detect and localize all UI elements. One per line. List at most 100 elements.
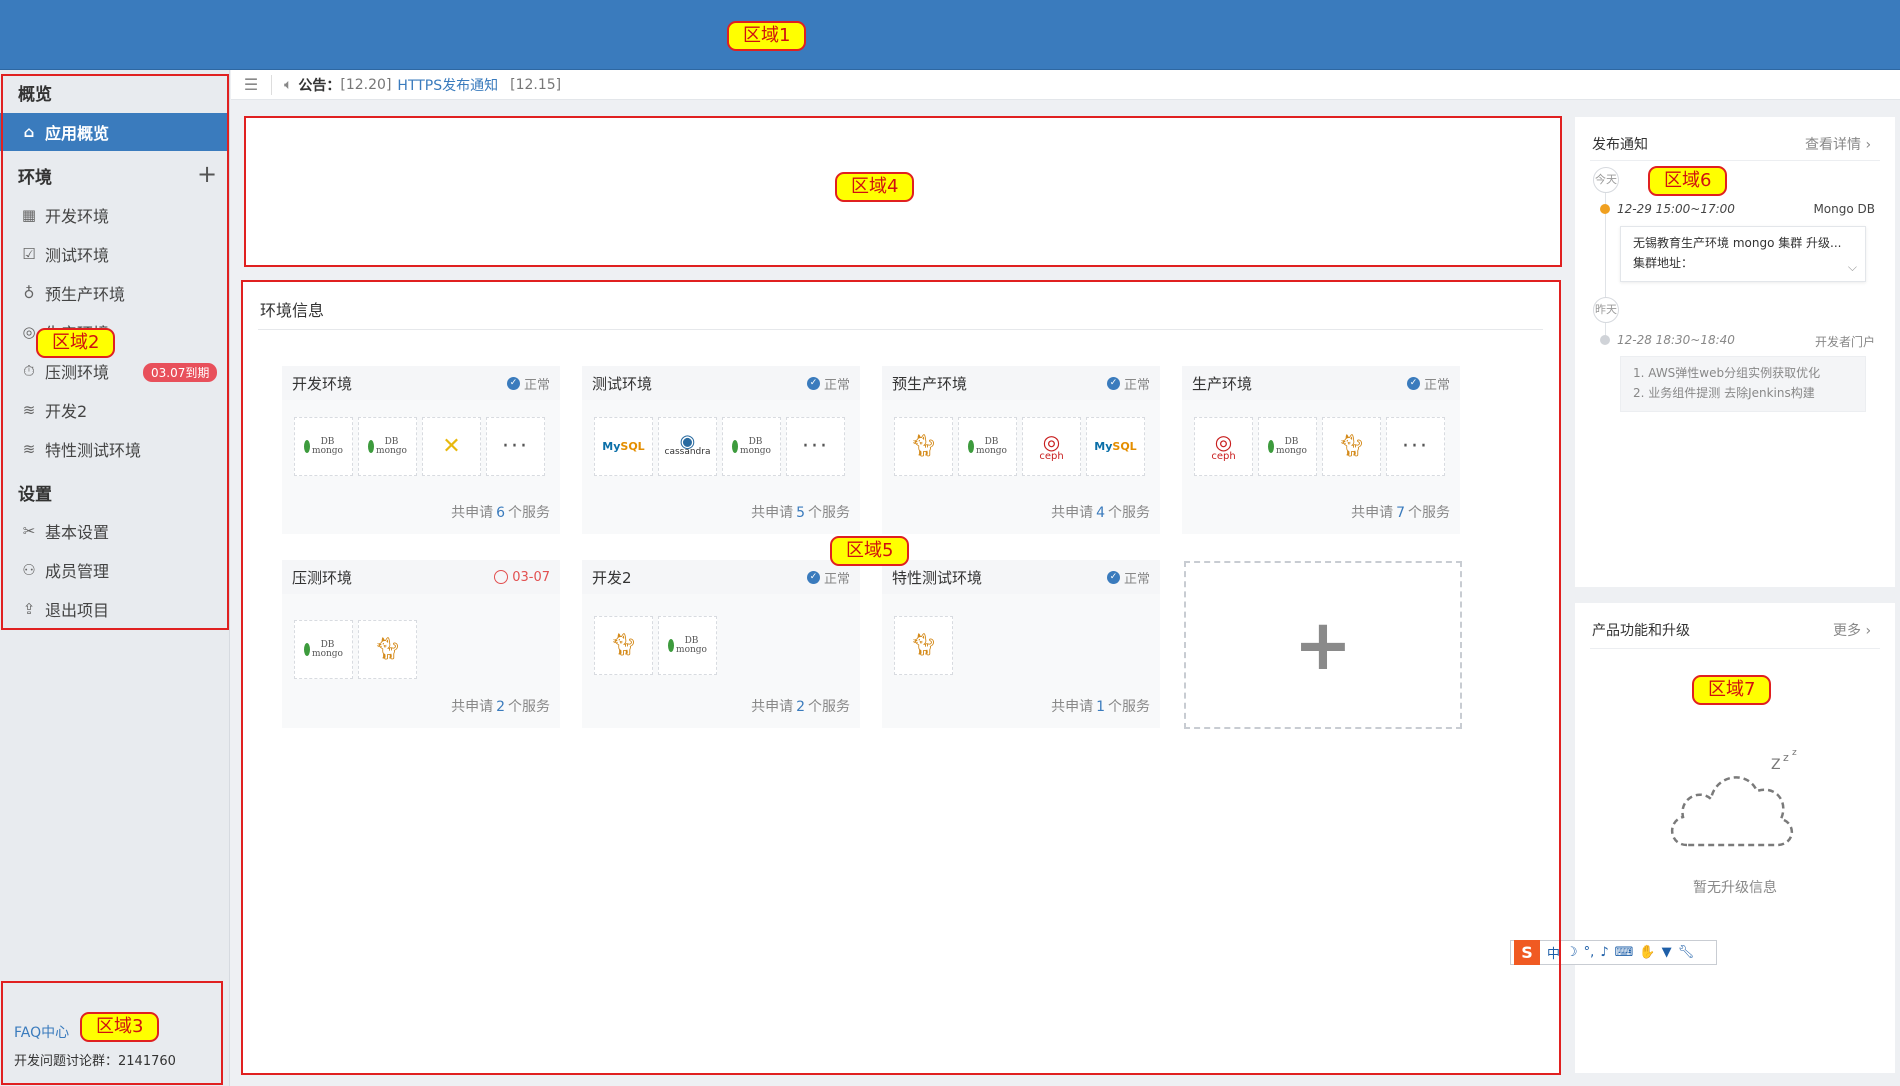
- mongodb-icon[interactable]: DB mongo: [358, 417, 417, 476]
- mic-icon[interactable]: ♪: [1600, 945, 1608, 960]
- release-source: Mongo DB: [1813, 202, 1875, 216]
- add-env-card[interactable]: +: [1184, 561, 1462, 729]
- more-icon[interactable]: ···: [486, 417, 545, 476]
- shirt-icon[interactable]: ▼: [1662, 945, 1672, 960]
- release-item-text: 无锡教育生产环境 mongo 集群 升级...: [1633, 236, 1842, 250]
- upgrade-more-link[interactable]: 更多 ›: [1833, 620, 1871, 640]
- grid-icon: ▦: [21, 206, 37, 224]
- wrench-icon[interactable]: 🔧︎: [1678, 945, 1695, 960]
- sidebar-item-label: 开发环境: [45, 207, 110, 226]
- env-card-name: 特性测试环境: [892, 568, 983, 587]
- tomcat-icon[interactable]: 🐈︎: [1322, 417, 1381, 476]
- expiry-badge: 03.07到期: [143, 363, 218, 382]
- sogou-logo-icon: S: [1514, 940, 1540, 965]
- chevron-right-icon: ›: [1865, 623, 1872, 639]
- mongodb-icon[interactable]: DB mongo: [958, 417, 1017, 476]
- check-icon: ✓: [1406, 376, 1420, 390]
- mongodb-icon[interactable]: DB mongo: [658, 616, 717, 675]
- tools-icon: ✂: [22, 522, 36, 540]
- empty-state-text: 暂无升级信息: [1693, 880, 1777, 896]
- gauge-icon: ⏱: [23, 362, 35, 380]
- ime-toolbar[interactable]: S 中 ☽ °, ♪ ⌨ ✋ ▼ 🔧︎: [1510, 940, 1717, 965]
- tomcat-icon[interactable]: 🐈︎: [894, 616, 953, 675]
- sidebar-item-dev2[interactable]: ≋ 开发2: [0, 391, 228, 429]
- env-card-name: 测试环境: [592, 374, 653, 393]
- speaker-icon: 🔈︎: [284, 76, 293, 93]
- cassandra-icon[interactable]: ◉ cassandra: [658, 417, 717, 476]
- divider: [1590, 160, 1880, 161]
- sidebar-section-overview: 概览: [18, 85, 52, 105]
- sidebar-item-members[interactable]: ⚇ 成员管理: [0, 551, 228, 589]
- sidebar-item-preprod-env[interactable]: ♁ 预生产环境: [0, 274, 228, 312]
- add-env-button[interactable]: +: [197, 162, 217, 186]
- region-label-7: 区域7: [1692, 675, 1772, 705]
- punct-icon[interactable]: °,: [1584, 945, 1595, 960]
- layers-icon: ≋: [22, 401, 36, 419]
- check-icon: ✓: [1106, 570, 1120, 584]
- tomcat-icon[interactable]: 🐈︎: [358, 620, 417, 679]
- divider: [271, 74, 272, 95]
- mongodb-icon[interactable]: DB mongo: [294, 417, 353, 476]
- hand-icon[interactable]: ✋: [1639, 945, 1655, 960]
- release-item-text: 1. AWS弹性web分组实例获取优化: [1633, 366, 1821, 380]
- timeline-dot: [1600, 335, 1610, 345]
- env-card[interactable]: 特性测试环境 ✓ 正常 🐈︎ 共申请 1 个服务: [882, 560, 1160, 728]
- env-card-header: 开发环境 ✓ 正常: [282, 366, 560, 400]
- sidebar-item-app-overview[interactable]: ⌂ 应用概览: [0, 113, 228, 151]
- today-marker: 今天: [1593, 167, 1619, 193]
- mysql-icon[interactable]: MySQL: [594, 417, 653, 476]
- env-info-title: 环境信息: [260, 301, 325, 320]
- service-count: 共申请 4 个服务: [1051, 505, 1150, 521]
- sidebar-item-label: 预生产环境: [45, 285, 126, 304]
- region-label-4: 区域4: [835, 172, 915, 202]
- expiry-status: 03-07: [494, 570, 550, 585]
- notice-link[interactable]: HTTPS发布通知: [397, 75, 498, 95]
- release-item-card[interactable]: 1. AWS弹性web分组实例获取优化 2. 业务组件提测 去除Jenkins构…: [1620, 356, 1866, 412]
- ime-lang[interactable]: 中: [1547, 943, 1560, 962]
- chevron-down-icon[interactable]: ⌵: [1848, 257, 1857, 277]
- more-icon[interactable]: ···: [1386, 417, 1445, 476]
- chevron-right-icon: ›: [1865, 137, 1872, 153]
- mongodb-icon[interactable]: DB mongo: [1258, 417, 1317, 476]
- env-card-name: 压测环境: [292, 568, 353, 587]
- env-card[interactable]: 预生产环境 ✓ 正常 🐈︎ DB mongo ◎ ceph MySQL 共申请 4 个服务: [882, 366, 1160, 534]
- sidebar-item-label: 压测环境: [45, 363, 110, 382]
- checklist-icon: ☑: [22, 245, 36, 263]
- env-card[interactable]: 压测环境 03-07 DB mongo 🐈︎ 共申请 2 个服务: [282, 560, 560, 728]
- spring-icon[interactable]: ✕: [422, 417, 481, 476]
- faq-link[interactable]: FAQ中心: [14, 1022, 69, 1042]
- more-icon[interactable]: ···: [786, 417, 845, 476]
- notice-label: 公告：: [298, 77, 341, 94]
- sidebar-item-exit-project[interactable]: ⇪ 退出项目: [0, 590, 228, 628]
- env-card[interactable]: 开发2 ✓ 正常 🐈︎ DB mongo 共申请 2 个服务: [582, 560, 860, 728]
- dev-group-text: 开发问题讨论群：2141760: [14, 1054, 176, 1069]
- sidebar-section-env: 环境: [18, 168, 52, 188]
- env-card[interactable]: 测试环境 ✓ 正常 MySQL ◉ cassandra DB mongo ··· 共申…: [582, 366, 860, 534]
- divider: [1590, 648, 1880, 649]
- mongodb-icon[interactable]: DB mongo: [294, 620, 353, 679]
- env-card[interactable]: 生产环境 ✓ 正常 ◎ ceph DB mongo 🐈︎ ··· 共申请 7 个服务: [1182, 366, 1460, 534]
- release-more-link[interactable]: 查看详情 ›: [1805, 134, 1871, 154]
- ceph-icon[interactable]: ◎ ceph: [1194, 417, 1253, 476]
- ceph-icon[interactable]: ◎ ceph: [1022, 417, 1081, 476]
- mongodb-icon[interactable]: DB mongo: [722, 417, 781, 476]
- svg-text:z: z: [1783, 751, 1789, 764]
- tomcat-icon[interactable]: 🐈︎: [894, 417, 953, 476]
- sidebar-item-dev-env[interactable]: ▦ 开发环境: [0, 196, 228, 234]
- sidebar-section-settings: 设置: [18, 485, 52, 505]
- menu-collapse-icon[interactable]: ☰: [231, 75, 271, 94]
- moon-icon[interactable]: ☽: [1566, 945, 1578, 960]
- release-item-card[interactable]: 无锡教育生产环境 mongo 集群 升级... 集群地址： ⌵: [1620, 226, 1866, 282]
- sidebar-item-test-env[interactable]: ☑ 测试环境: [0, 235, 228, 273]
- mysql-icon[interactable]: MySQL: [1086, 417, 1145, 476]
- keyboard-icon[interactable]: ⌨: [1615, 945, 1634, 960]
- tomcat-icon[interactable]: 🐈︎: [594, 616, 653, 675]
- region-label-3: 区域3: [80, 1012, 160, 1042]
- upgrade-title: 产品功能和升级: [1592, 623, 1690, 639]
- service-count: 共申请 2 个服务: [751, 699, 850, 715]
- env-card[interactable]: 开发环境 ✓ 正常 DB mongo DB mongo ✕ ··· 共申请 6 个服务: [282, 366, 560, 534]
- sidebar-item-feature-test-env[interactable]: ≋ 特性测试环境: [0, 430, 228, 468]
- release-title: 发布通知: [1592, 137, 1648, 153]
- sidebar-item-basic-settings[interactable]: ✂ 基本设置: [0, 512, 228, 550]
- service-count: 共申请 5 个服务: [751, 505, 850, 521]
